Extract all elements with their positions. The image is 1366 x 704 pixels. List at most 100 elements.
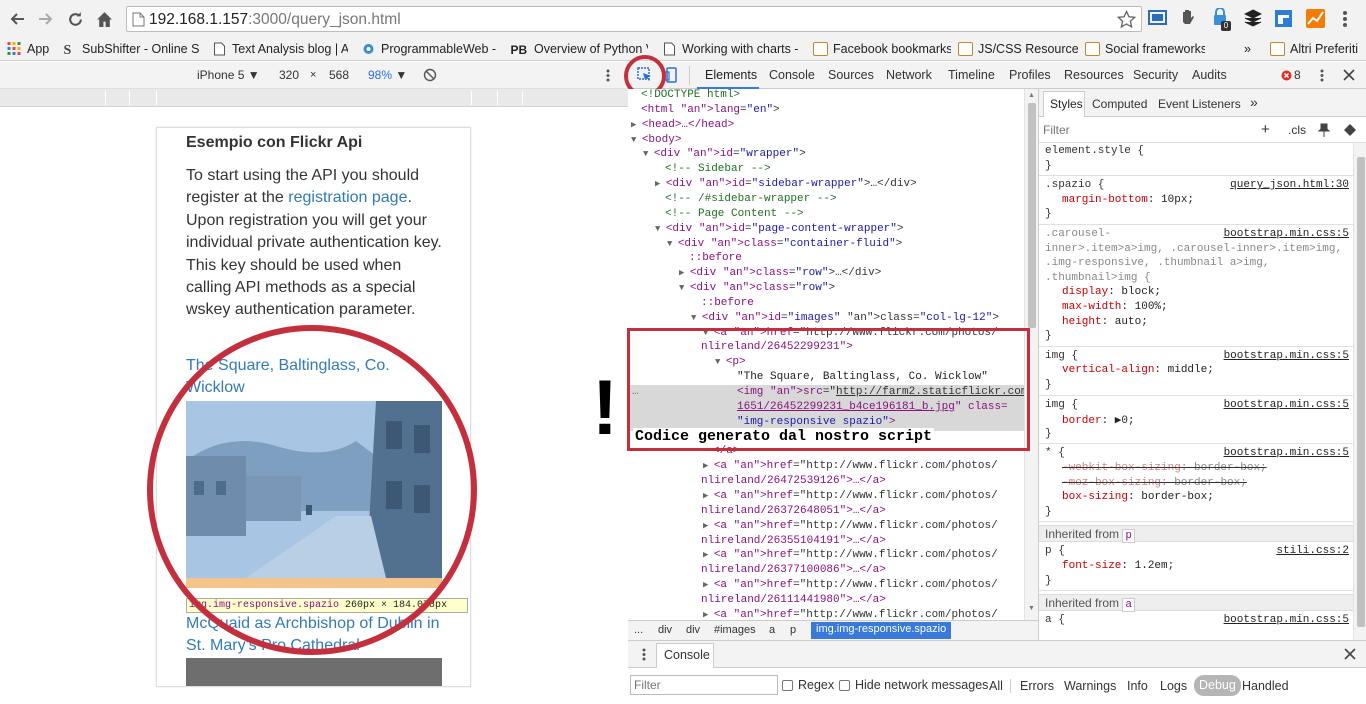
device-width-input[interactable]: 320: [279, 68, 299, 82]
expand-triangle-icon[interactable]: ▶: [703, 461, 714, 471]
bookmark-apps[interactable]: App: [7, 40, 55, 58]
close-icon[interactable]: [1343, 69, 1355, 81]
tab-console[interactable]: Console: [769, 68, 815, 82]
dom-node-line[interactable]: nlireland/26355104191">…</a>: [701, 534, 886, 549]
tab-sources[interactable]: Sources: [828, 68, 874, 82]
dom-node-line[interactable]: ▼ <div "an">class="row">: [679, 281, 835, 296]
dom-node-line[interactable]: nlireland/26472539126">…</a>: [701, 474, 886, 489]
dom-node-line[interactable]: ▶ <div "an">id="sidebar-wrapper">…</div>: [655, 177, 917, 192]
bookmark-folder-altri[interactable]: Altri Preferiti: [1270, 40, 1366, 58]
tab-styles[interactable]: Styles: [1050, 97, 1083, 111]
css-property[interactable]: vertical-align: middle;: [1062, 364, 1214, 376]
expand-triangle-icon[interactable]: ▶: [679, 268, 690, 278]
dom-node-line[interactable]: <!DOCTYPE html>: [641, 89, 740, 103]
dom-node-line[interactable]: ▶ <div "an">class="row">…</div>: [679, 266, 881, 281]
chrome-menu-icon[interactable]: [1342, 10, 1348, 28]
css-source-link[interactable]: bootstrap.min.css:5: [1224, 399, 1349, 411]
device-height-input[interactable]: 568: [329, 68, 349, 82]
glove-extension-icon[interactable]: [1180, 9, 1196, 27]
bookmark-programmableweb[interactable]: ProgrammableWeb -: [361, 40, 497, 58]
expand-triangle-icon[interactable]: ▼: [655, 224, 666, 234]
dom-node-line[interactable]: <!-- Page Content -->: [665, 207, 804, 222]
device-menu-icon[interactable]: [606, 69, 610, 82]
scroll-down-arrow[interactable]: ▼: [1028, 605, 1035, 612]
device-select[interactable]: iPhone 5 ▼: [197, 68, 260, 82]
breadcrumb-item[interactable]: a: [769, 624, 775, 636]
tab-profiles[interactable]: Profiles: [1009, 68, 1051, 82]
css-property[interactable]: -moz-box-sizing: border-box;: [1062, 477, 1247, 489]
regex-checkbox[interactable]: Regex: [782, 678, 834, 692]
level-handled[interactable]: Handled: [1242, 679, 1289, 693]
pin-icon[interactable]: [1318, 123, 1330, 137]
drawer-tab-console[interactable]: Console: [664, 648, 710, 662]
photo2-image[interactable]: [186, 658, 442, 686]
dom-node-line[interactable]: ▶ <a "an">href="http://www.flickr.com/ph…: [703, 578, 998, 593]
css-property[interactable]: font-size: 1.2em;: [1062, 560, 1174, 572]
dom-node-line[interactable]: nlireland/26111441980">…</a>: [701, 593, 886, 608]
tab-elements[interactable]: Elements: [705, 68, 757, 82]
dom-node-line[interactable]: ▶ <a "an">href="http://www.flickr.com/ph…: [703, 608, 998, 620]
breadcrumb-item[interactable]: p: [790, 624, 796, 636]
dom-node-line[interactable]: ▶ <head>…</head>: [631, 118, 734, 133]
scroll-thumb[interactable]: [1028, 103, 1036, 328]
dom-node-line[interactable]: ::before: [689, 251, 742, 266]
address-bar[interactable]: 192.168.1.157:3000/query_json.html: [126, 6, 1142, 32]
scroll-up-arrow[interactable]: ▲: [1028, 92, 1035, 99]
drawer-menu-icon[interactable]: [642, 648, 646, 661]
expand-triangle-icon[interactable]: ▶: [703, 521, 714, 531]
expand-triangle-icon[interactable]: ▶: [655, 179, 666, 189]
expand-triangle-icon[interactable]: ▶: [703, 610, 714, 620]
dom-node-line[interactable]: ▼ <div "an">class="container-fluid">: [667, 237, 902, 252]
back-button[interactable]: [7, 9, 27, 29]
console-filter-input[interactable]: [630, 675, 778, 695]
level-info[interactable]: Info: [1127, 679, 1148, 693]
css-source-link[interactable]: bootstrap.min.css:5: [1224, 228, 1349, 240]
dom-node-line[interactable]: ▼ <div "an">id="wrapper">: [643, 147, 806, 162]
dom-node-line[interactable]: <html "an">lang="en">: [641, 103, 780, 118]
breadcrumb-item[interactable]: div: [686, 624, 700, 636]
dom-node-line[interactable]: <!-- Sidebar -->: [665, 162, 771, 177]
expand-triangle-icon[interactable]: ▼: [679, 283, 690, 293]
styles-scroll-thumb[interactable]: [1357, 157, 1365, 627]
breadcrumb-item[interactable]: #images: [714, 624, 756, 636]
styles-overflow-button[interactable]: »: [1250, 94, 1258, 110]
dom-node-line[interactable]: nlireland/26377100086">…</a>: [701, 563, 886, 578]
tab-timeline[interactable]: Timeline: [948, 68, 995, 82]
breadcrumb-item[interactable]: div: [658, 624, 672, 636]
new-style-rule-button[interactable]: +: [1261, 121, 1270, 138]
expand-triangle-icon[interactable]: ▼: [643, 149, 654, 159]
css-source-link[interactable]: bootstrap.min.css:5: [1224, 447, 1349, 459]
window-extension-icon[interactable]: [1274, 9, 1293, 28]
expand-triangle-icon[interactable]: ▶: [703, 550, 714, 560]
tab-event-listeners[interactable]: Event Listeners: [1158, 97, 1241, 111]
dom-node-line[interactable]: ▶ <a "an">href="http://www.flickr.com/ph…: [703, 459, 998, 474]
bookmarks-overflow-button[interactable]: »: [1244, 40, 1258, 58]
css-source-link[interactable]: bootstrap.min.css:5: [1224, 350, 1349, 362]
reload-button[interactable]: [65, 9, 85, 29]
level-errors[interactable]: Errors: [1020, 679, 1054, 693]
css-source-link[interactable]: stili.css:2: [1276, 545, 1349, 557]
dom-node-line[interactable]: ▶ <a "an">href="http://www.flickr.com/ph…: [703, 519, 998, 534]
hide-network-checkbox[interactable]: Hide network messages: [839, 678, 988, 692]
dom-node-line[interactable]: ▶ <a "an">href="http://www.flickr.com/ph…: [703, 548, 998, 563]
error-counter[interactable]: 8: [1281, 68, 1301, 82]
css-property[interactable]: display: block;: [1062, 286, 1161, 298]
css-property[interactable]: max-width: 100%;: [1062, 301, 1168, 313]
color-format-icon[interactable]: [1343, 123, 1357, 137]
drawer-close-icon[interactable]: [1344, 648, 1356, 660]
dom-node-line[interactable]: <!-- /#sidebar-wrapper -->: [665, 192, 837, 207]
tab-resources[interactable]: Resources: [1064, 68, 1124, 82]
breadcrumb-item[interactable]: ...: [634, 624, 643, 636]
tab-network[interactable]: Network: [886, 68, 932, 82]
cls-toggle[interactable]: .cls: [1288, 123, 1306, 137]
css-property[interactable]: margin-bottom: 10px;: [1062, 194, 1194, 206]
styles-scrollbar[interactable]: [1353, 143, 1366, 640]
dom-node-line[interactable]: nlireland/26372648051">…</a>: [701, 504, 886, 519]
zoom-select[interactable]: 98% ▼: [368, 68, 407, 82]
expand-triangle-icon[interactable]: ▶: [703, 491, 714, 501]
registration-link[interactable]: registration page: [288, 189, 407, 206]
dom-node-line[interactable]: ▼ <div "an">id="page-content-wrapper">: [655, 222, 904, 237]
css-source-link[interactable]: query_json.html:30: [1230, 179, 1349, 191]
expand-triangle-icon[interactable]: ▼: [631, 135, 642, 145]
tab-computed[interactable]: Computed: [1092, 97, 1147, 111]
